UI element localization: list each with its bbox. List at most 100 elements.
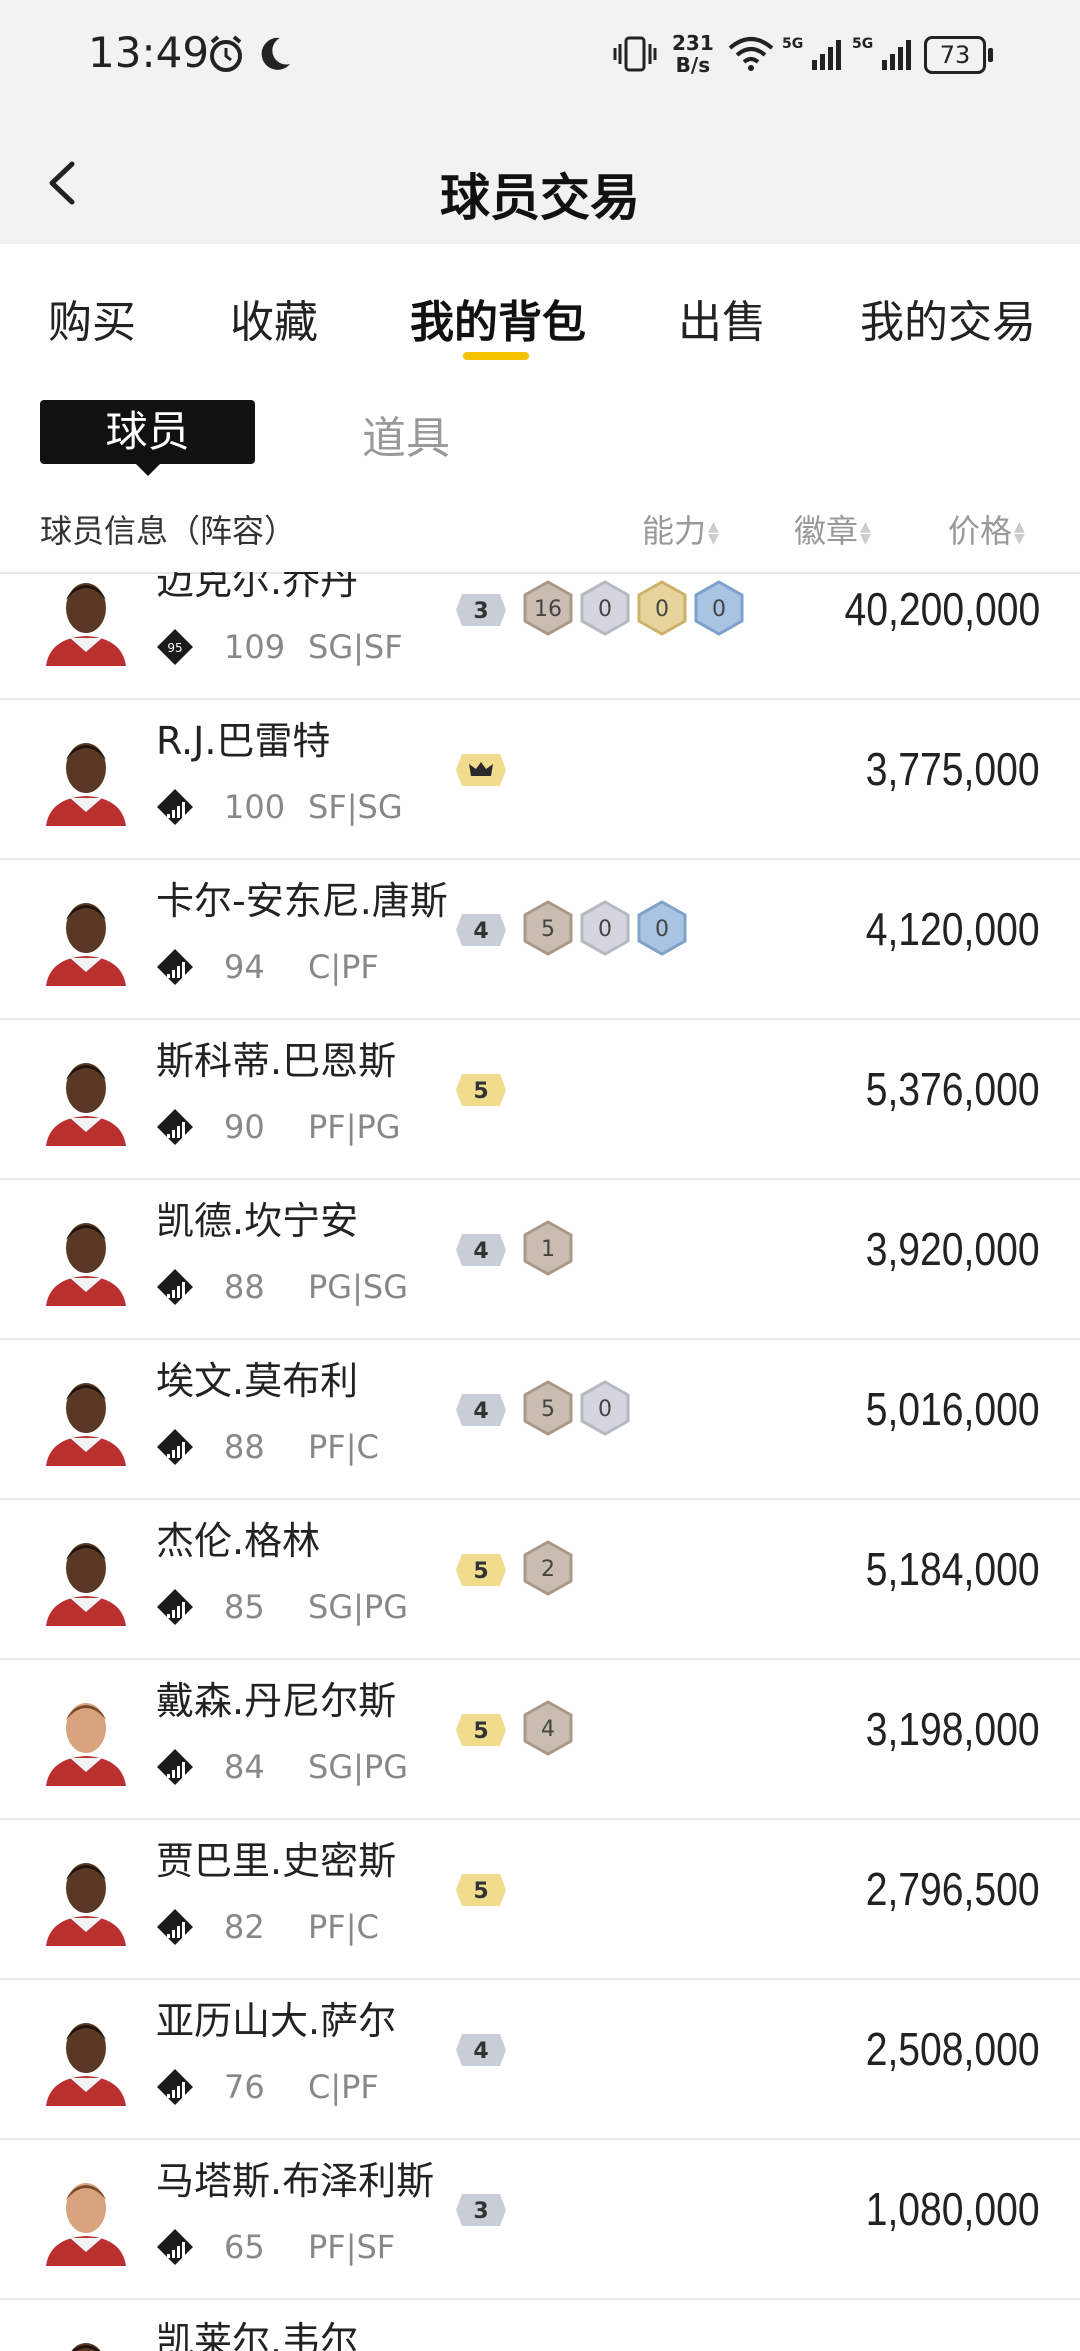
player-overall: 100	[224, 788, 286, 826]
player-price: 3,920,000	[866, 1223, 1040, 1275]
player-price: 1,080,000	[866, 2183, 1040, 2235]
svg-text:5: 5	[473, 1559, 488, 1584]
status-time: 13:49	[88, 28, 210, 77]
player-rank-icon	[157, 1589, 193, 1625]
player-price: 5,184,000	[866, 1543, 1040, 1595]
tab-my-trades[interactable]: 我的交易	[860, 286, 1036, 350]
sort-price-button[interactable]: 价格 ▲ ▼	[948, 506, 1030, 552]
badge-count-icon: 4	[523, 1700, 573, 1756]
level-tag: 5	[456, 1554, 506, 1586]
player-avatar	[71, 2343, 101, 2351]
player-row[interactable]: 亚历山大.萨尔 76 C|PF 4 2,508,000	[0, 1978, 1080, 2140]
sort-badge-button[interactable]: 徽章 ▲ ▼	[794, 506, 876, 552]
player-price: 4,120,000	[866, 903, 1040, 955]
level-tag: 3	[456, 2194, 506, 2226]
level-tag: 4	[456, 1234, 506, 1266]
player-row[interactable]: 埃文.莫布利 88 PF|C 4 5 0 5,016,000	[0, 1338, 1080, 1500]
player-rank-icon	[157, 1269, 193, 1305]
level-tag: 5	[456, 1874, 506, 1906]
player-price: 40,200,000	[844, 583, 1040, 635]
badge-count-icon: 0	[694, 580, 744, 636]
player-row[interactable]: 杰伦.格林 85 SG|PG 5 2 5,184,000	[0, 1498, 1080, 1660]
svg-text:0: 0	[655, 917, 669, 942]
player-name: 贾巴里.史密斯	[156, 1839, 397, 1883]
svg-text:0: 0	[655, 597, 669, 622]
player-row[interactable]: 迈克尔.乔丹 95 109 SG|SF 3 16 0 0 0 40,200,000	[0, 572, 1080, 700]
player-rank-icon	[157, 2229, 193, 2265]
player-name: 戴森.丹尼尔斯	[156, 1679, 397, 1723]
player-avatar	[46, 1223, 126, 1306]
svg-text:3: 3	[473, 599, 488, 624]
player-rank-icon	[157, 949, 193, 985]
svg-text:5: 5	[473, 1879, 488, 1904]
player-avatar	[46, 903, 126, 986]
svg-text:3: 3	[473, 2199, 488, 2224]
svg-text:5G: 5G	[782, 36, 803, 52]
player-overall: 76	[224, 2068, 265, 2106]
player-row[interactable]: 斯科蒂.巴恩斯 90 PF|PG 5 5,376,000	[0, 1018, 1080, 1180]
player-row[interactable]: 贾巴里.史密斯 82 PF|C 5 2,796,500	[0, 1818, 1080, 1980]
player-overall: 94	[224, 948, 265, 986]
player-overall: 84	[224, 1748, 265, 1786]
player-name: 埃文.莫布利	[156, 1359, 359, 1403]
player-row[interactable]: R.J.巴雷特 100 SF|SG 3,775,000	[0, 698, 1080, 860]
player-position: PF|C	[308, 1428, 379, 1466]
player-rank-icon	[157, 1749, 193, 1785]
player-overall: 82	[224, 1908, 265, 1946]
subtab-players[interactable]: 球员	[40, 400, 255, 476]
svg-text:0: 0	[712, 597, 726, 622]
player-name: 马塔斯.布泽利斯	[156, 2159, 435, 2203]
svg-text:4: 4	[473, 2039, 488, 2064]
svg-text:5: 5	[473, 1079, 488, 1104]
level-tag: 4	[456, 2034, 506, 2066]
moon-icon	[261, 37, 290, 70]
player-row[interactable]: 卡尔-安东尼.唐斯 94 C|PF 4 5 0 0 4,120,000	[0, 858, 1080, 1020]
player-overall: 88	[224, 1268, 265, 1306]
sort-arrows-icon: ▲ ▼	[860, 519, 871, 547]
main-tabs: 购买 收藏 我的背包 出售 我的交易	[0, 244, 1080, 374]
player-avatar	[46, 2183, 126, 2266]
svg-text:0: 0	[598, 1397, 612, 1422]
player-price: 3,198,000	[866, 1703, 1040, 1755]
player-row[interactable]: 凯莱尔.韦尔	[0, 2298, 1080, 2351]
subtab-items[interactable]: 道具	[362, 402, 450, 466]
badge-count-icon: 0	[637, 900, 687, 956]
player-list: 迈克尔.乔丹 95 109 SG|SF 3 16 0 0 0 40,200,000 R.J.巴雷特 1…	[0, 572, 1080, 2351]
sort-arrows-icon: ▲ ▼	[708, 519, 719, 547]
badge-count-icon: 2	[523, 1540, 573, 1596]
player-name: 斯科蒂.巴恩斯	[156, 1039, 397, 1083]
svg-text:2: 2	[541, 1557, 555, 1582]
signal-5g-icon: 5G	[852, 36, 911, 70]
player-row[interactable]: 马塔斯.布泽利斯 65 PF|SF 3 1,080,000	[0, 2138, 1080, 2300]
player-rank-icon	[157, 2069, 193, 2105]
tab-favorites[interactable]: 收藏	[230, 286, 318, 350]
svg-text:95: 95	[167, 641, 182, 655]
player-price: 2,796,500	[866, 1863, 1040, 1915]
level-tag: 4	[456, 1394, 506, 1426]
player-position: C|PF	[308, 948, 379, 986]
player-price: 5,016,000	[866, 1383, 1040, 1435]
svg-text:4: 4	[473, 919, 488, 944]
level-tag: 5	[456, 1074, 506, 1106]
column-player-info: 球员信息（阵容）	[40, 512, 297, 550]
svg-text:5: 5	[473, 1719, 488, 1744]
page-title: 球员交易	[440, 169, 640, 227]
sort-ability-button[interactable]: 能力 ▲ ▼	[642, 506, 724, 552]
tab-buy[interactable]: 购买	[48, 286, 136, 350]
player-row[interactable]: 戴森.丹尼尔斯 84 SG|PG 5 4 3,198,000	[0, 1658, 1080, 1820]
player-avatar	[46, 1063, 126, 1146]
player-avatar	[46, 1383, 126, 1466]
signal-5g-icon: 5G	[782, 36, 841, 70]
player-overall: 90	[224, 1108, 265, 1146]
net-speed: 231 B/s	[672, 31, 714, 77]
player-name: 亚历山大.萨尔	[156, 1999, 397, 2043]
player-rank-icon	[157, 1429, 193, 1465]
svg-text:4: 4	[473, 1399, 488, 1424]
tab-sell[interactable]: 出售	[678, 286, 766, 350]
player-price: 3,775,000	[866, 743, 1040, 795]
level-tag: 5	[456, 1714, 506, 1746]
player-row[interactable]: 凯德.坎宁安 88 PG|SG 4 1 3,920,000	[0, 1178, 1080, 1340]
player-position: PF|C	[308, 1908, 379, 1946]
tab-my-backpack[interactable]: 我的背包	[410, 286, 586, 350]
svg-text:16: 16	[534, 597, 562, 622]
